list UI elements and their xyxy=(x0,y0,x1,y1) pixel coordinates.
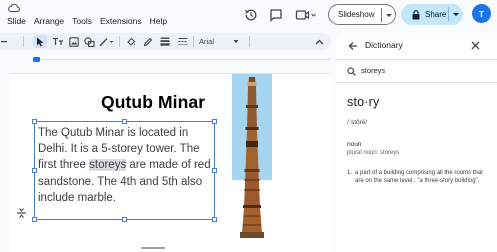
toolbar-divider xyxy=(249,36,250,47)
panel-divider xyxy=(336,82,497,83)
toolbar-divider xyxy=(193,36,194,47)
share-label: Share xyxy=(425,10,447,19)
highlighted-word[interactable]: storeys xyxy=(89,159,127,172)
body-text-box[interactable]: The Qutub Minar is located in Delhi. It … xyxy=(32,119,217,222)
menu-arrange[interactable]: Arrange xyxy=(34,16,64,26)
resize-handle-bottom-left[interactable] xyxy=(32,217,37,222)
border-weight-icon[interactable] xyxy=(158,35,171,48)
resize-handle-top-right[interactable] xyxy=(212,119,217,124)
dictionary-search-input[interactable]: storeys xyxy=(361,66,385,75)
slideshow-divider xyxy=(381,8,382,22)
chevron-down-icon[interactable] xyxy=(452,10,460,18)
menu-items: Slide Arrange Tools Extensions Help xyxy=(7,16,167,26)
menu-help[interactable]: Help xyxy=(150,16,167,26)
slides-editor: Slide Arrange Tools Extensions Help Slid… xyxy=(0,0,497,252)
font-family-value: Arial xyxy=(199,37,215,46)
shape-icon[interactable] xyxy=(83,35,96,48)
avatar[interactable]: T xyxy=(472,4,491,23)
headword: sto·ry xyxy=(347,95,380,109)
dictionary-panel: Dictionary storeys sto·ry /ˈstôrē/ noun … xyxy=(336,33,497,252)
version-history-icon[interactable] xyxy=(243,7,259,23)
body-text[interactable]: The Qutub Minar is located in Delhi. It … xyxy=(38,125,216,206)
tower-image[interactable] xyxy=(236,75,268,239)
panel-title: Dictionary xyxy=(365,40,403,50)
cloud-save-icon[interactable] xyxy=(8,3,20,12)
menu-extensions[interactable]: Extensions xyxy=(100,16,142,26)
share-button[interactable]: Share xyxy=(401,4,463,25)
border-color-icon[interactable] xyxy=(141,35,154,48)
definition-item: 1. a part of a building comprising all t… xyxy=(347,169,489,185)
ruler[interactable] xyxy=(0,55,331,64)
fill-color-icon[interactable] xyxy=(124,35,137,48)
part-of-speech: noun xyxy=(347,141,362,148)
chevron-down-icon xyxy=(233,40,239,43)
toolbar-divider xyxy=(119,36,120,47)
toolbar-overflow-icon[interactable] xyxy=(0,35,8,48)
toolbar: Arial xyxy=(0,33,331,50)
select-cursor-icon[interactable] xyxy=(33,35,47,48)
definition-number: 1. xyxy=(347,170,353,176)
share-divider xyxy=(448,7,449,21)
resize-handle-left[interactable] xyxy=(32,168,37,173)
resize-handle-bottom[interactable] xyxy=(122,217,127,222)
toolbar-divider xyxy=(23,36,24,47)
slide-title[interactable]: Qutub Minar xyxy=(101,92,205,113)
text-box-icon[interactable] xyxy=(51,35,64,48)
resize-handle-top[interactable] xyxy=(122,119,127,124)
panel-divider xyxy=(336,59,497,60)
ruler-track xyxy=(34,59,331,60)
line-icon[interactable] xyxy=(98,35,115,48)
search-icon[interactable] xyxy=(347,67,356,76)
chevron-down-icon[interactable] xyxy=(385,11,393,19)
indent-marker[interactable] xyxy=(33,57,40,62)
collapse-toolbar-icon[interactable] xyxy=(313,35,325,48)
resize-handle-top-left[interactable] xyxy=(32,119,37,124)
vertical-align-icon[interactable] xyxy=(14,207,29,219)
pronunciation: /ˈstôrē/ xyxy=(347,119,368,126)
slideshow-button[interactable]: Slideshow xyxy=(328,4,396,25)
border-dash-icon[interactable] xyxy=(176,35,189,48)
menu-tools[interactable]: Tools xyxy=(72,16,92,26)
definition-text: a part of a building comprising all the … xyxy=(355,170,483,185)
menu-slide[interactable]: Slide xyxy=(7,16,26,26)
lock-icon xyxy=(412,9,420,19)
menu-bar: Slide Arrange Tools Extensions Help Slid… xyxy=(0,0,497,32)
back-arrow-icon[interactable] xyxy=(348,41,358,51)
slideshow-label: Slideshow xyxy=(338,10,375,19)
font-family-select[interactable]: Arial xyxy=(198,35,242,48)
resize-handle-bottom-right[interactable] xyxy=(212,217,217,222)
image-icon[interactable] xyxy=(67,35,80,48)
close-icon[interactable] xyxy=(471,41,480,50)
meet-icon[interactable] xyxy=(294,7,318,23)
comments-icon[interactable] xyxy=(268,7,284,23)
scrollbar-thumb[interactable] xyxy=(141,247,165,249)
plural-form: plural noun: storeys xyxy=(347,150,400,156)
